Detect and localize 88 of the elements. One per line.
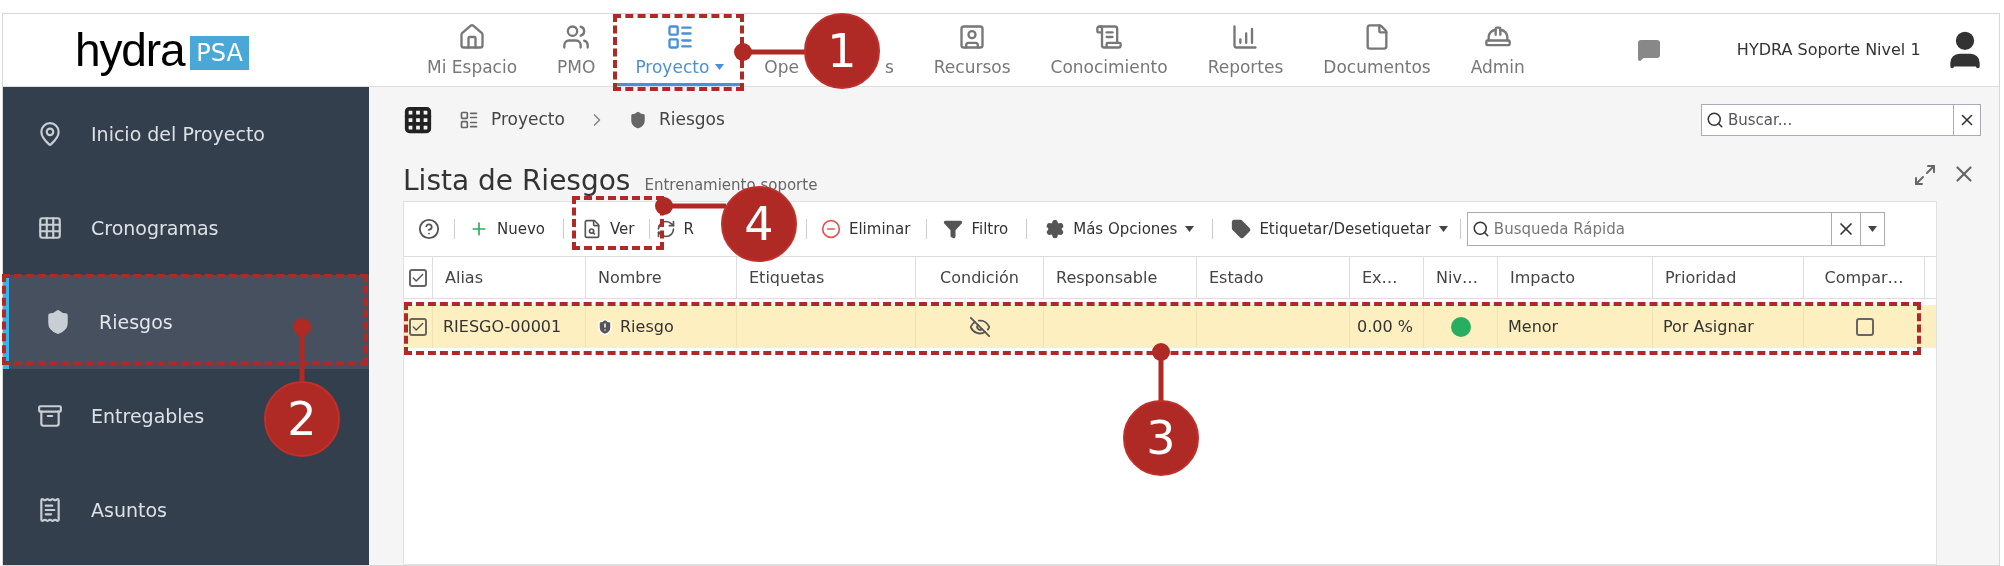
toolbar-button[interactable]: Filtro xyxy=(943,217,1009,241)
shield-icon xyxy=(45,309,71,335)
tag-icon xyxy=(1231,219,1252,239)
column-header[interactable]: Compar… xyxy=(1804,257,1925,298)
quick-search-field[interactable]: Busqueda Rápida xyxy=(1466,212,1885,246)
nav-label: PMO xyxy=(557,56,596,79)
nav-label: Proyecto xyxy=(635,56,710,79)
settings-icon xyxy=(1045,219,1066,239)
project-board-icon xyxy=(665,23,694,51)
toolbar-button[interactable]: R xyxy=(655,217,694,241)
help-icon[interactable] xyxy=(418,218,440,240)
column-header[interactable]: Estado xyxy=(1197,257,1350,298)
column-header[interactable]: Niv… xyxy=(1424,257,1498,298)
table-cell-text: Riesgo xyxy=(620,315,674,338)
table-row[interactable]: RIESGO-00001 Riesgo 0.00 % Menor Por Asignar xyxy=(404,305,1936,348)
search-icon xyxy=(1471,220,1490,238)
column-header[interactable]: Prioridad xyxy=(1653,257,1804,298)
chat-icon[interactable] xyxy=(1636,38,1661,62)
refresh-icon xyxy=(655,219,676,239)
column-header[interactable]: Impacto xyxy=(1498,257,1653,298)
sidebar-item[interactable]: Riesgos xyxy=(3,275,369,369)
breadcrumb-link[interactable]: Proyecto xyxy=(491,107,565,133)
filter-icon xyxy=(943,219,964,239)
project-board-icon xyxy=(459,110,479,130)
quick-search-input[interactable]: Busqueda Rápida xyxy=(1493,217,1831,241)
table-cell: RIESGO-00001 xyxy=(433,305,586,348)
nav-label: Mi Espacio xyxy=(427,56,518,79)
search-icon xyxy=(1706,111,1724,129)
nav-tab[interactable]: Reportes xyxy=(1187,14,1304,86)
toolbar-button[interactable]: Más Opciones xyxy=(1045,217,1195,241)
table-cell-text: 0.00 % xyxy=(1357,315,1413,338)
nav-tab[interactable]: Admin xyxy=(1450,14,1545,86)
eye-off-icon xyxy=(968,315,991,338)
search-field[interactable]: Buscar... xyxy=(1701,104,1981,136)
nav-label: Admin xyxy=(1470,56,1525,79)
house-icon xyxy=(458,23,487,51)
dropdown-caret-icon xyxy=(715,64,725,70)
toolbar-button[interactable]: Ver xyxy=(582,217,635,241)
sidebar-item[interactable]: Asuntos xyxy=(3,463,175,557)
checkbox[interactable] xyxy=(409,268,427,287)
checkbox[interactable] xyxy=(1855,317,1874,336)
contact-card-icon xyxy=(958,23,987,51)
nav-label: Reportes xyxy=(1207,56,1284,79)
group-icon xyxy=(562,23,591,51)
user-name: HYDRA Soporte Nivel 1 xyxy=(1736,39,1921,61)
dropdown-caret-icon xyxy=(1867,226,1877,232)
sidebar-item[interactable]: Entregables xyxy=(3,369,213,463)
apps-grid-icon[interactable] xyxy=(403,105,433,135)
list-document-icon xyxy=(37,497,63,523)
column-header[interactable]: Alias xyxy=(433,257,586,298)
shield-alert-icon xyxy=(596,317,614,336)
nav-label: Documentos xyxy=(1323,56,1431,79)
nav-label: s xyxy=(884,56,895,79)
column-header[interactable]: Condición xyxy=(916,257,1044,298)
caret-icon xyxy=(1438,226,1448,232)
archive-box-icon xyxy=(37,403,63,429)
nav-tab[interactable]: Documentos xyxy=(1303,14,1451,86)
table-cell: Por Asignar xyxy=(1653,305,1804,348)
grid-icon xyxy=(37,215,63,241)
breadcrumb-current: Riesgos xyxy=(658,108,725,132)
nav-tab[interactable]: PMO xyxy=(537,14,616,86)
toolbar-button[interactable]: Eliminar xyxy=(820,217,911,241)
document-search-icon xyxy=(582,219,602,239)
column-header[interactable]: Ex… xyxy=(1350,257,1424,298)
sidebar-item[interactable]: Cronogramas xyxy=(3,181,227,275)
nav-tab[interactable]: Recursos xyxy=(913,14,1031,86)
search-input[interactable]: Buscar... xyxy=(1728,108,1953,132)
checkbox[interactable] xyxy=(409,317,427,336)
nav-label: Conocimiento xyxy=(1050,56,1168,79)
nav-tab[interactable]: Ope xyxy=(744,55,801,86)
logo-badge: PSA xyxy=(190,36,249,70)
shield-icon xyxy=(628,111,647,129)
minus-circle-icon xyxy=(820,219,841,239)
toolbar-button[interactable]: Nuevo xyxy=(469,217,545,241)
toolbar-button[interactable]: Etiquetar/Desetiquetar xyxy=(1231,217,1448,241)
sidebar-item[interactable]: Inicio del Proyecto xyxy=(3,87,273,181)
caret-icon xyxy=(1185,226,1195,232)
column-header[interactable]: Nombre xyxy=(586,257,737,298)
scroll-icon xyxy=(1095,23,1124,51)
nav-tab[interactable]: Mi Espacio xyxy=(407,14,538,86)
expand-icon[interactable] xyxy=(1913,163,1937,187)
bar-chart-icon xyxy=(1231,23,1260,51)
column-header[interactable]: Responsable xyxy=(1044,257,1197,298)
page-title: Lista de Riesgos xyxy=(403,167,631,195)
nav-tab[interactable]: Conocimiento xyxy=(1030,14,1188,86)
table-cell: Menor xyxy=(1498,305,1653,348)
nav-label: Recursos xyxy=(933,56,1011,79)
location-pin-icon xyxy=(37,121,63,147)
